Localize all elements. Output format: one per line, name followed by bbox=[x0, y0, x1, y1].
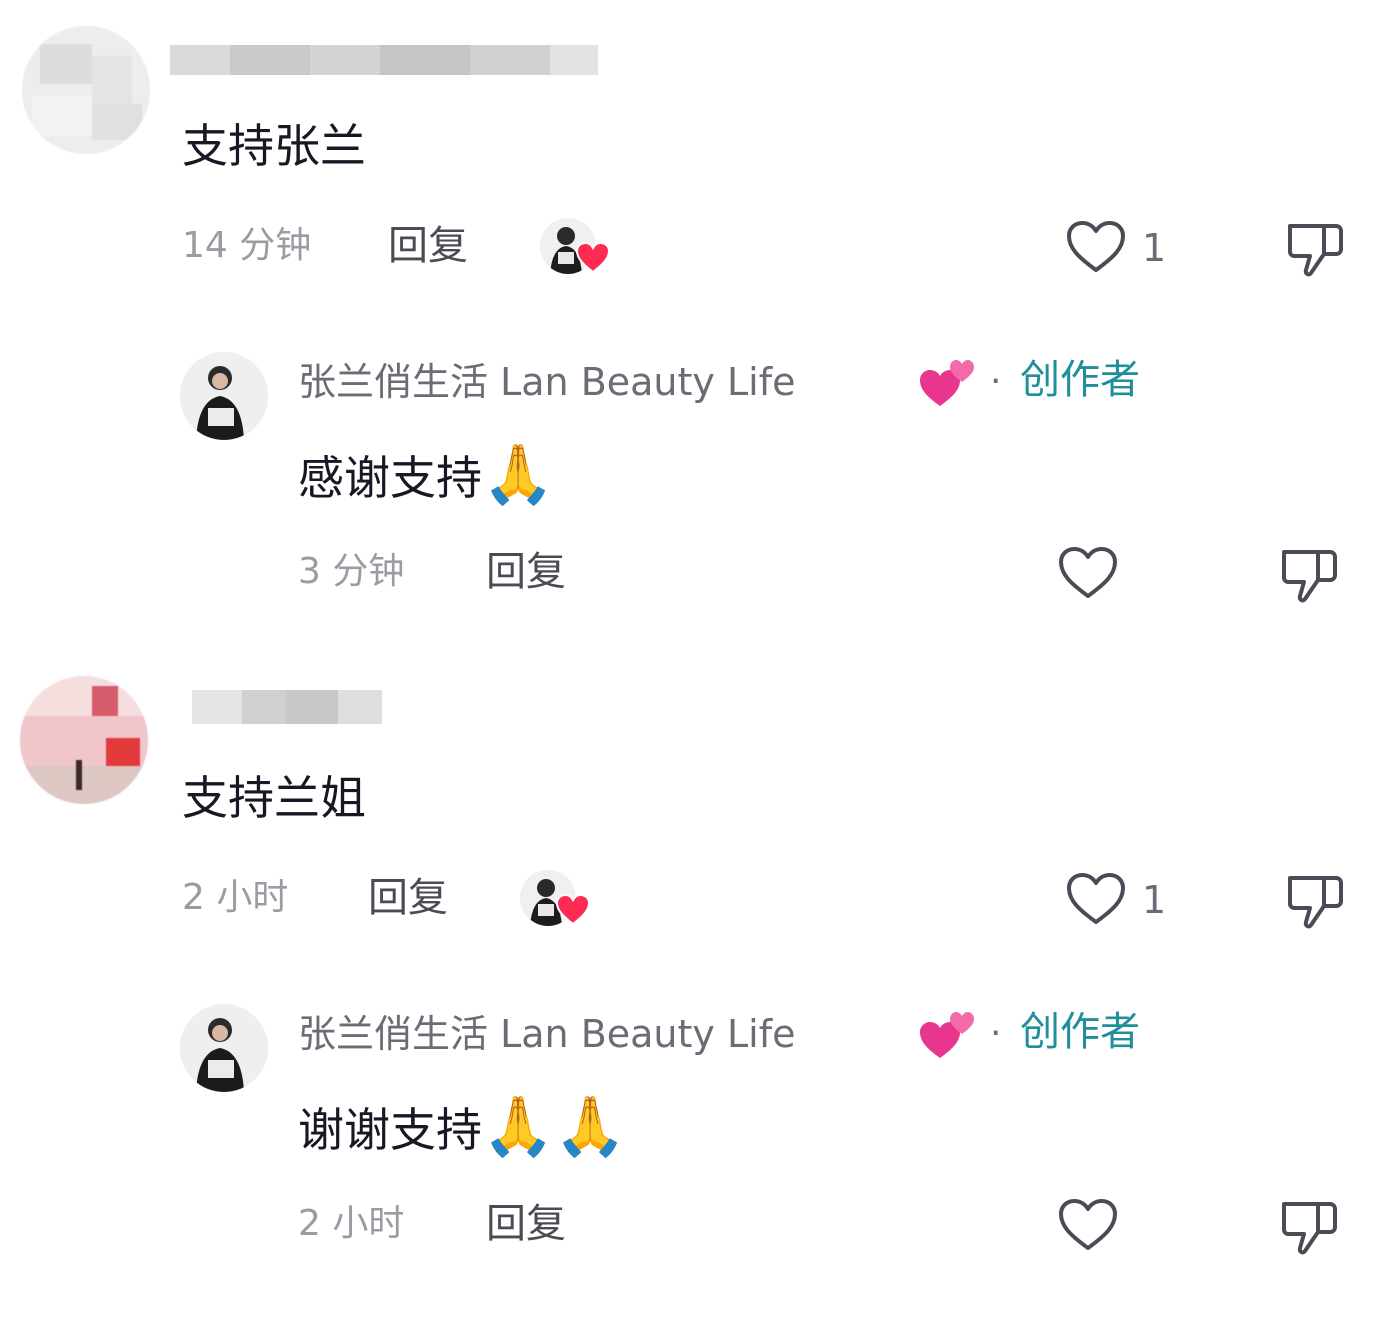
heart-outline-icon[interactable] bbox=[1058, 1198, 1118, 1252]
heart-outline-icon[interactable] bbox=[1066, 220, 1126, 274]
reply-timestamp: 3 分钟 bbox=[298, 551, 405, 592]
creator-liked-badge bbox=[520, 870, 592, 930]
praying-hands-emoji-icon: 🙏 bbox=[482, 440, 555, 508]
reply-button[interactable]: 回复 bbox=[388, 222, 468, 270]
sparkling-hearts-emoji-icon bbox=[918, 354, 976, 410]
comment-text: 支持兰姐 bbox=[182, 771, 366, 825]
heart-outline-icon[interactable] bbox=[1066, 872, 1126, 926]
thumbs-down-icon[interactable] bbox=[1284, 870, 1346, 930]
creator-tag: 创作者 bbox=[1020, 1009, 1140, 1055]
thumbs-down-icon[interactable] bbox=[1278, 1196, 1340, 1256]
liked-by-creator-heart-icon bbox=[576, 242, 610, 274]
commenter-avatar-blurred[interactable] bbox=[20, 676, 148, 804]
commenter-name-blurred[interactable] bbox=[170, 45, 598, 75]
separator-dot: · bbox=[990, 361, 1002, 402]
reply-button[interactable]: 回复 bbox=[486, 548, 566, 596]
comment-timestamp: 2 小时 bbox=[182, 877, 289, 918]
heart-outline-icon[interactable] bbox=[1058, 546, 1118, 600]
comment-timestamp: 14 分钟 bbox=[182, 225, 312, 266]
reply-text-body: 感谢支持 bbox=[298, 451, 482, 505]
reply-button[interactable]: 回复 bbox=[368, 874, 448, 922]
reply-timestamp: 2 小时 bbox=[298, 1203, 405, 1244]
liked-by-creator-heart-icon bbox=[556, 894, 590, 926]
thumbs-down-icon[interactable] bbox=[1278, 544, 1340, 604]
like-count: 1 bbox=[1142, 878, 1167, 922]
creator-name[interactable]: 张兰俏生活 Lan Beauty Life bbox=[298, 1010, 795, 1058]
commenter-avatar-blurred[interactable] bbox=[22, 26, 150, 154]
creator-tag: 创作者 bbox=[1020, 357, 1140, 403]
creator-liked-badge bbox=[540, 218, 612, 278]
reply-text: 感谢支持🙏 bbox=[298, 445, 554, 506]
creator-avatar[interactable] bbox=[180, 352, 268, 440]
sparkling-hearts-emoji-icon bbox=[918, 1006, 976, 1062]
like-count: 1 bbox=[1142, 226, 1167, 270]
commenter-name-blurred[interactable] bbox=[192, 690, 382, 724]
separator-dot: · bbox=[990, 1013, 1002, 1054]
creator-avatar[interactable] bbox=[180, 1004, 268, 1092]
thumbs-down-icon[interactable] bbox=[1284, 218, 1346, 278]
creator-name[interactable]: 张兰俏生活 Lan Beauty Life bbox=[298, 358, 795, 406]
reply-text: 谢谢支持🙏🙏 bbox=[298, 1097, 626, 1158]
praying-hands-emoji-icon: 🙏🙏 bbox=[482, 1092, 627, 1160]
comment-text: 支持张兰 bbox=[182, 119, 366, 173]
reply-text-body: 谢谢支持 bbox=[298, 1103, 482, 1157]
reply-button[interactable]: 回复 bbox=[486, 1200, 566, 1248]
